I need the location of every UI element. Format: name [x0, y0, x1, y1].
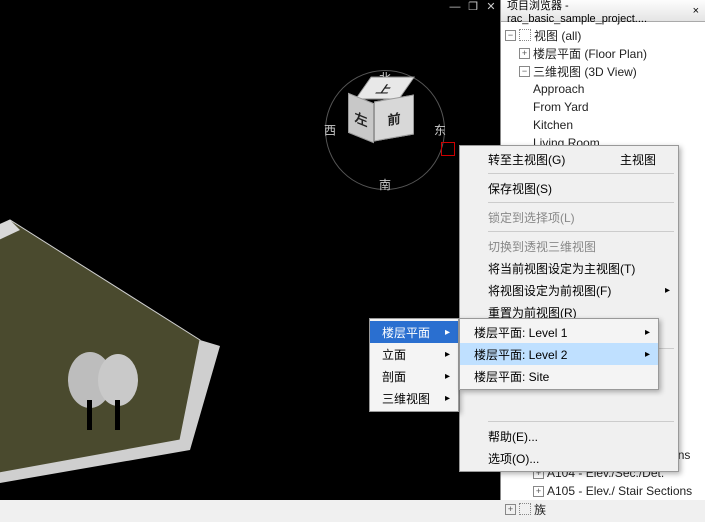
collapse-icon[interactable]: −: [505, 30, 516, 41]
viewcube-context-menu: 转至主视图(G) 主视图 保存视图(S) 锁定到选择项(L) 切换到透视三维视图…: [459, 145, 679, 472]
submenu-level1[interactable]: 楼层平面: Level 1 ▸: [460, 321, 658, 343]
menu-label: 楼层平面: [382, 324, 430, 341]
menu-label: 选项(O)...: [488, 450, 539, 467]
menu-label: 将当前视图设定为主视图(T): [488, 260, 635, 277]
project-browser-tab[interactable]: 项目浏览器 - rac_basic_sample_project.... ×: [501, 0, 705, 22]
compass-south[interactable]: 南: [379, 176, 391, 193]
menu-set-front-view[interactable]: 将视图设定为前视图(F) ▸: [460, 279, 678, 301]
chevron-right-icon: ▸: [445, 393, 450, 404]
model-viewport[interactable]: — ❐ ✕ 北 南 东 西 上 左 前: [0, 0, 500, 500]
submenu-section[interactable]: 剖面 ▸: [370, 365, 458, 387]
chevron-right-icon: ▸: [645, 349, 650, 360]
minimize-button[interactable]: —: [446, 0, 464, 16]
tree-label: 楼层平面 (Floor Plan): [533, 45, 647, 62]
tree-item[interactable]: +A105 - Elev./ Stair Sections: [503, 482, 703, 500]
menu-separator: [488, 202, 674, 203]
submenu-floor-plan[interactable]: 楼层平面 ▸: [370, 321, 458, 343]
tree-label: Approach: [533, 82, 584, 96]
viewcube-front[interactable]: 前: [374, 94, 414, 141]
folder-icon: [519, 503, 531, 515]
panel-title: 项目浏览器 - rac_basic_sample_project....: [507, 0, 689, 25]
tree-label: 三维视图 (3D View): [533, 63, 637, 80]
tree-label: A105 - Elev./ Stair Sections: [547, 484, 692, 498]
menu-separator: [488, 173, 674, 174]
tree-label: 族: [534, 501, 546, 518]
menu-label: 锁定到选择项(L): [488, 209, 575, 226]
chevron-right-icon: ▸: [445, 327, 450, 338]
tree-item[interactable]: Approach: [503, 80, 703, 98]
menu-switch-perspective: 切换到透视三维视图: [460, 235, 678, 257]
restore-button[interactable]: ❐: [464, 0, 482, 16]
submenu-3d-view[interactable]: 三维视图 ▸: [370, 387, 458, 409]
menu-save-view[interactable]: 保存视图(S): [460, 177, 678, 199]
tree-item[interactable]: Kitchen: [503, 116, 703, 134]
tree-label: 视图 (all): [534, 27, 581, 44]
chevron-right-icon: ▸: [665, 285, 670, 296]
menu-label: 三维视图: [382, 390, 430, 407]
selection-box: [441, 142, 455, 156]
tree-root-views[interactable]: − 视图 (all): [503, 26, 703, 44]
expand-icon[interactable]: +: [533, 486, 544, 497]
compass-east[interactable]: 东: [434, 122, 446, 139]
menu-options[interactable]: 选项(O)...: [460, 447, 678, 469]
menu-separator: [488, 421, 674, 422]
close-icon[interactable]: ×: [693, 5, 699, 17]
menu-label: 剖面: [382, 368, 406, 385]
menu-label: 帮助(E)...: [488, 428, 538, 445]
menu-separator: [488, 231, 674, 232]
menu-label: 主视图: [620, 151, 656, 168]
viewcube-cube[interactable]: 上 左 前: [350, 80, 420, 150]
menu-label: 楼层平面: Site: [474, 368, 549, 385]
compass-west[interactable]: 西: [324, 122, 336, 139]
menu-label: 将视图设定为前视图(F): [488, 282, 611, 299]
chevron-right-icon: ▸: [445, 349, 450, 360]
submenu-level2[interactable]: 楼层平面: Level 2 ▸: [460, 343, 658, 365]
viewcube-left[interactable]: 左: [348, 93, 374, 144]
menu-go-to-main-view[interactable]: 转至主视图(G) 主视图: [460, 148, 678, 170]
expand-icon[interactable]: +: [505, 504, 516, 515]
window-controls: — ❐ ✕: [446, 0, 500, 16]
tree-label: From Yard: [533, 100, 589, 114]
menu-label: 立面: [382, 346, 406, 363]
expand-icon[interactable]: +: [519, 48, 530, 59]
view-icon: [519, 29, 531, 41]
menu-help[interactable]: 帮助(E)...: [460, 425, 678, 447]
tree-3d-view[interactable]: − 三维视图 (3D View): [503, 62, 703, 80]
menu-lock-selection: 锁定到选择项(L): [460, 206, 678, 228]
collapse-icon[interactable]: −: [519, 66, 530, 77]
view-type-submenu: 楼层平面 ▸ 立面 ▸ 剖面 ▸ 三维视图 ▸: [369, 318, 459, 412]
tree-label: Kitchen: [533, 118, 573, 132]
menu-label: 切换到透视三维视图: [488, 238, 596, 255]
floor-plan-submenu: 楼层平面: Level 1 ▸ 楼层平面: Level 2 ▸ 楼层平面: Site: [459, 318, 659, 390]
tree-families[interactable]: +族: [503, 500, 703, 518]
menu-set-current-main[interactable]: 将当前视图设定为主视图(T): [460, 257, 678, 279]
chevron-right-icon: ▸: [645, 327, 650, 338]
menu-label: 楼层平面: Level 1: [474, 324, 567, 341]
menu-label: 保存视图(S): [488, 180, 552, 197]
viewcube[interactable]: 北 南 东 西 上 左 前: [315, 60, 455, 200]
tree-floor-plan[interactable]: + 楼层平面 (Floor Plan): [503, 44, 703, 62]
menu-label: 转至主视图(G): [488, 151, 565, 168]
tree-item[interactable]: From Yard: [503, 98, 703, 116]
menu-label: 楼层平面: Level 2: [474, 346, 567, 363]
terrain-model[interactable]: [0, 180, 340, 500]
submenu-site[interactable]: 楼层平面: Site: [460, 365, 658, 387]
submenu-elevation[interactable]: 立面 ▸: [370, 343, 458, 365]
close-button[interactable]: ✕: [482, 0, 500, 16]
chevron-right-icon: ▸: [445, 371, 450, 382]
